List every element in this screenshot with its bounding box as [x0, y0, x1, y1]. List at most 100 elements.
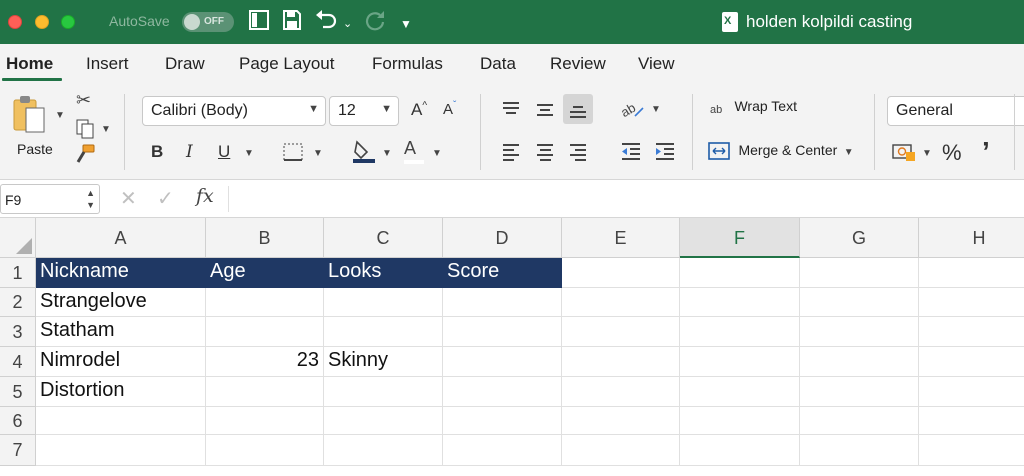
fill-color-icon[interactable] [352, 138, 376, 169]
paste-chevron-icon[interactable]: ▼ [55, 110, 65, 121]
row-header-7[interactable]: 7 [0, 435, 36, 466]
cell-g4[interactable] [800, 347, 919, 377]
cell-e6[interactable] [562, 407, 680, 435]
fill-color-chevron-icon[interactable]: ▼ [382, 148, 392, 159]
tab-page-layout[interactable]: Page Layout [239, 54, 334, 74]
cell-a1[interactable]: Nickname [36, 258, 206, 288]
save-icon[interactable] [282, 9, 302, 37]
orientation-icon[interactable]: ab [618, 98, 645, 125]
percent-style-button[interactable]: % [942, 140, 962, 166]
cell-f4[interactable] [680, 347, 800, 377]
tab-formulas[interactable]: Formulas [372, 54, 443, 74]
cell-e1[interactable] [562, 258, 680, 288]
column-header-c[interactable]: C [324, 218, 443, 258]
cell-h4[interactable] [919, 347, 1024, 377]
cell-h1[interactable] [919, 258, 1024, 288]
row-header-1[interactable]: 1 [0, 258, 36, 288]
autosave-toggle[interactable]: OFF [182, 12, 234, 32]
format-painter-icon[interactable] [74, 144, 96, 169]
cell-e5[interactable] [562, 377, 680, 407]
row-header-6[interactable]: 6 [0, 407, 36, 435]
zoom-window-button[interactable] [61, 15, 75, 29]
tab-view[interactable]: View [638, 54, 675, 74]
cell-d6[interactable] [443, 407, 562, 435]
cell-a3[interactable]: Statham [36, 317, 206, 347]
cell-h2[interactable] [919, 288, 1024, 317]
cell-c5[interactable] [324, 377, 443, 407]
cell-a5[interactable]: Distortion [36, 377, 206, 407]
cell-h5[interactable] [919, 377, 1024, 407]
underline-button[interactable]: U [218, 142, 230, 162]
cell-c2[interactable] [324, 288, 443, 317]
cell-d5[interactable] [443, 377, 562, 407]
column-header-g[interactable]: G [800, 218, 919, 258]
tab-insert[interactable]: Insert [86, 54, 129, 74]
cell-a4[interactable]: Nimrodel [36, 347, 206, 377]
wrap-text-button[interactable]: ab Wrap Text [710, 98, 797, 118]
number-format-select[interactable]: General [887, 96, 1024, 126]
align-left-button[interactable] [496, 136, 526, 166]
cell-c7[interactable] [324, 435, 443, 466]
tab-draw[interactable]: Draw [165, 54, 205, 74]
cell-a7[interactable] [36, 435, 206, 466]
cell-b1[interactable]: Age [206, 258, 324, 288]
cell-g7[interactable] [800, 435, 919, 466]
cell-d3[interactable] [443, 317, 562, 347]
bold-button[interactable]: B [151, 142, 163, 162]
column-header-a[interactable]: A [36, 218, 206, 258]
cell-d7[interactable] [443, 435, 562, 466]
align-middle-button[interactable] [530, 94, 560, 124]
increase-font-size-button[interactable]: A^ [411, 100, 427, 120]
decrease-font-size-button[interactable]: Aˇ [443, 100, 456, 118]
cell-b7[interactable] [206, 435, 324, 466]
cell-a6[interactable] [36, 407, 206, 435]
tab-data[interactable]: Data [480, 54, 516, 74]
redo-icon[interactable] [364, 9, 386, 37]
row-header-3[interactable]: 3 [0, 317, 36, 347]
insert-function-button[interactable]: fx [196, 185, 214, 207]
borders-icon[interactable] [282, 142, 304, 167]
sidebar-icon[interactable] [248, 9, 270, 37]
cell-h3[interactable] [919, 317, 1024, 347]
merge-center-button[interactable]: Merge & Center ▼ [708, 142, 854, 160]
minimize-window-button[interactable] [35, 15, 49, 29]
undo-icon[interactable] [314, 9, 338, 37]
align-top-button[interactable] [496, 94, 526, 124]
cell-d1[interactable]: Score [443, 258, 562, 288]
undo-chevron-icon[interactable]: ⌄ [343, 12, 352, 36]
row-header-2[interactable]: 2 [0, 288, 36, 317]
comma-style-button[interactable]: ’ [982, 136, 990, 168]
cell-d4[interactable] [443, 347, 562, 377]
cell-e3[interactable] [562, 317, 680, 347]
column-header-f[interactable]: F [680, 218, 800, 258]
cell-c3[interactable] [324, 317, 443, 347]
customize-toolbar-icon[interactable]: ▼ [400, 12, 412, 36]
accounting-format-icon[interactable] [892, 142, 916, 167]
cell-g2[interactable] [800, 288, 919, 317]
column-header-e[interactable]: E [562, 218, 680, 258]
copy-icon[interactable] [74, 118, 96, 145]
paste-button[interactable] [10, 94, 52, 141]
cell-g6[interactable] [800, 407, 919, 435]
column-header-h[interactable]: H [919, 218, 1024, 258]
close-window-button[interactable] [8, 15, 22, 29]
tab-review[interactable]: Review [550, 54, 606, 74]
cell-d2[interactable] [443, 288, 562, 317]
tab-home[interactable]: Home [6, 54, 53, 74]
cell-a2[interactable]: Strangelove [36, 288, 206, 317]
cell-g3[interactable] [800, 317, 919, 347]
copy-chevron-icon[interactable]: ▼ [101, 124, 111, 135]
underline-chevron-icon[interactable]: ▼ [244, 148, 254, 159]
orientation-chevron-icon[interactable]: ▼ [651, 104, 661, 115]
select-all-button[interactable] [0, 218, 36, 258]
align-center-button[interactable] [530, 136, 560, 166]
cell-g5[interactable] [800, 377, 919, 407]
decrease-indent-icon[interactable] [620, 142, 642, 165]
cell-f1[interactable] [680, 258, 800, 288]
column-header-b[interactable]: B [206, 218, 324, 258]
cell-f2[interactable] [680, 288, 800, 317]
cell-f6[interactable] [680, 407, 800, 435]
cell-b6[interactable] [206, 407, 324, 435]
cell-b4[interactable]: 23 [206, 347, 324, 377]
cell-f5[interactable] [680, 377, 800, 407]
